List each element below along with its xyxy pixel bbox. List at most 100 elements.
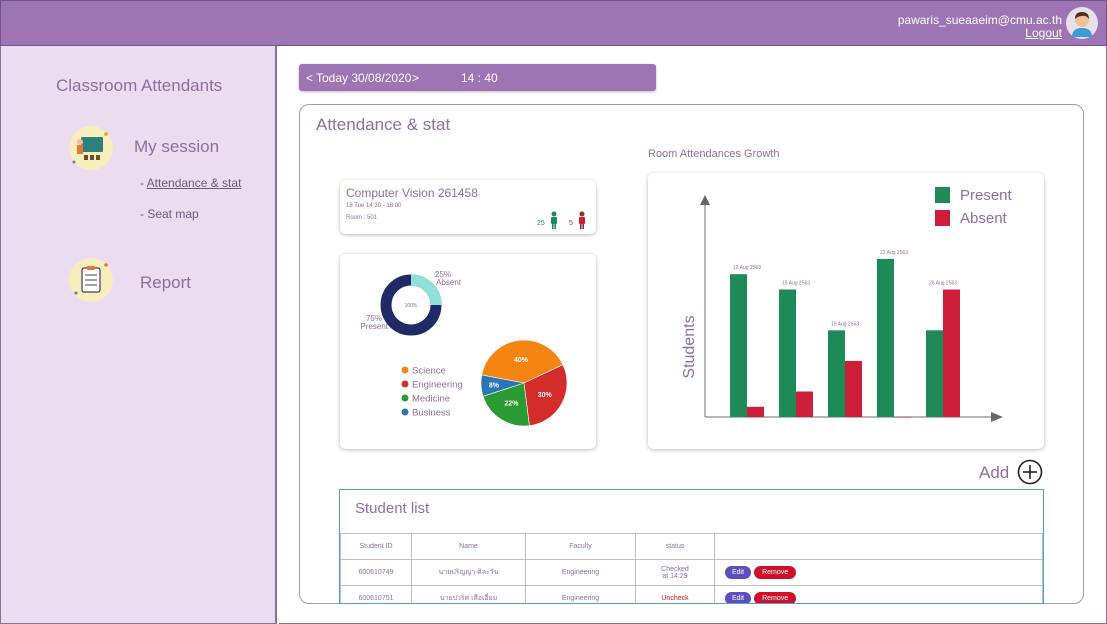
donut-absent-arc <box>410 274 442 306</box>
y-axis-label: Students <box>681 315 698 378</box>
course-name: Computer Vision 261458 <box>346 186 478 200</box>
bar-present-4 <box>926 330 943 417</box>
student-status-cell: Uncheck <box>635 585 715 603</box>
column-header-faculty: Faculty <box>525 533 636 560</box>
legend-swatch-absent <box>935 210 950 226</box>
add-circle-icon[interactable] <box>1017 459 1043 485</box>
student-name-cell: นายปริญญา ศิละวัน <box>411 559 526 586</box>
remove-button[interactable]: Remove <box>754 566 797 579</box>
student-list-title: Student list <box>355 500 430 517</box>
status-line-1: Checked <box>661 565 689 573</box>
course-room: Room : 501 <box>346 215 378 221</box>
present-person-icon <box>551 211 557 229</box>
bar-category-label: 22 Aug 2563 <box>880 250 908 256</box>
user-email: pawaris_sueaaeim@cmu.ac.th <box>897 13 1062 27</box>
y-axis-arrow <box>700 195 710 205</box>
column-header-student-id: Student ID <box>340 533 412 560</box>
current-time: 14 : 40 <box>461 71 498 85</box>
sidebar: Classroom Attendants My session - Attend… <box>0 46 277 624</box>
table-row: 600610751 นายปวริศ เสือเอี่ยม Engineerin… <box>340 585 1043 603</box>
actions-cell: Edit Remove <box>714 585 1043 603</box>
student-faculty-cell: Engineering <box>525 559 636 586</box>
table-row: 600610749 นายปริญญา ศิละวัน Engineering … <box>340 559 1043 586</box>
absent-person-icon <box>579 211 585 229</box>
status-line-2: at 14:29 <box>662 572 688 580</box>
bar-chart-title: Room Attendances Growth <box>648 148 780 160</box>
legend-swatch-present <box>935 187 950 203</box>
present-count: 25 <box>537 220 545 227</box>
legend-swatch-medicine <box>401 394 409 402</box>
legend-label-business: Business <box>412 408 451 419</box>
student-id-cell: 600610751 <box>340 585 412 603</box>
bar-absent-3 <box>894 417 911 418</box>
pie-label-science: 40% <box>514 357 529 364</box>
course-time: 18 Tue 14:30 - 18:00 <box>346 203 402 209</box>
next-day-button[interactable]: > <box>412 71 419 85</box>
table-header-row: Student ID Name Faculty status <box>340 533 1043 560</box>
sidebar-item-report[interactable]: Report <box>140 273 191 293</box>
course-card[interactable]: Computer Vision 261458 18 Tue 14:30 - 18… <box>340 180 596 234</box>
sidebar-app-title: Classroom Attendants <box>56 76 223 95</box>
user-avatar-icon[interactable] <box>1066 7 1098 39</box>
sidebar-item-my-session[interactable]: My session <box>134 137 219 157</box>
bar-category-label: 15 Aug 2563 <box>782 281 810 287</box>
student-table: Student ID Name Faculty status 600610749… <box>340 533 1043 603</box>
legend-swatch-science <box>401 366 409 374</box>
bar-category-label: 26 Aug 2563 <box>929 281 957 287</box>
faculty-pie-legend: Science Engineering Medicine Business <box>401 366 463 419</box>
prev-day-button[interactable]: < <box>306 71 313 85</box>
stats-card: 100% 25% Absent 75% Present Science Engin… <box>340 254 596 449</box>
column-header-name: Name <box>411 533 526 560</box>
edit-button[interactable]: Edit <box>725 592 752 603</box>
faculty-pie-chart: 40% 30% 22% 8% <box>480 339 568 427</box>
legend-label-present: Present <box>960 187 1013 204</box>
current-date: Today 30/08/2020 <box>316 71 412 85</box>
main-content: < Today 30/08/2020 > 14 : 40 Attendance … <box>279 46 1107 624</box>
logout-link[interactable]: Logout <box>1025 26 1062 40</box>
column-header-actions <box>714 533 1043 560</box>
bar-absent-1 <box>796 391 813 417</box>
panel-title: Attendance & stat <box>316 115 451 134</box>
student-status-cell: Checked at 14:29 <box>635 559 715 586</box>
top-bar: pawaris_sueaaeim@cmu.ac.th Logout <box>0 0 1107 46</box>
column-header-status: status <box>635 533 715 560</box>
report-clipboard-icon <box>69 258 113 302</box>
bar-category-label: 19 Aug 2563 <box>831 321 859 327</box>
legend-label-engineering: Engineering <box>412 380 463 391</box>
legend-label-science: Science <box>412 366 446 377</box>
sidebar-link-attendance-text[interactable]: Attendance & stat <box>147 176 242 190</box>
pie-label-engineering: 30% <box>538 392 553 399</box>
bar-category-label: 12 Aug 2563 <box>733 265 761 271</box>
legend-swatch-engineering <box>401 380 409 388</box>
teacher-board-icon <box>69 126 113 170</box>
pie-label-medicine: 22% <box>504 400 519 407</box>
student-faculty-cell: Engineering <box>525 585 636 603</box>
bar-absent-4 <box>943 289 960 417</box>
donut-center-label: 100% <box>405 303 418 309</box>
legend-label-medicine: Medicine <box>412 394 450 405</box>
sidebar-link-seat-map[interactable]: - Seat map <box>140 207 199 221</box>
edit-button[interactable]: Edit <box>725 566 752 579</box>
legend-label-absent: Absent <box>960 210 1008 227</box>
legend-swatch-business <box>401 408 409 416</box>
sidebar-link-prefix: - <box>140 176 147 190</box>
bar-present-3 <box>877 258 894 417</box>
donut-absent-label: Absent <box>436 278 462 287</box>
bar-absent-2 <box>845 360 862 417</box>
bar-present-0 <box>730 274 747 417</box>
actions-cell: Edit Remove <box>714 559 1043 586</box>
student-list: Student list Student ID Name Faculty sta… <box>339 489 1044 604</box>
date-bar: < Today 30/08/2020 > 14 : 40 <box>299 64 656 91</box>
remove-button[interactable]: Remove <box>754 592 797 603</box>
x-axis-arrow <box>991 412 1003 422</box>
pie-label-business: 8% <box>489 382 500 389</box>
add-label[interactable]: Add <box>979 463 1009 483</box>
student-name-cell: นายปวริศ เสือเอี่ยม <box>411 585 526 603</box>
donut-present-label: Present <box>360 322 388 331</box>
sidebar-link-attendance-stat[interactable]: - Attendance & stat <box>140 176 241 190</box>
bar-present-2 <box>828 330 845 417</box>
student-id-cell: 600610749 <box>340 559 412 586</box>
bar-present-1 <box>779 289 796 417</box>
bar-chart-card: Students 12 Aug 2563 15 Aug 2563 19 Aug 256… <box>648 173 1044 449</box>
attendance-bar-chart: Students 12 Aug 2563 15 Aug 2563 19 Aug 256… <box>681 187 1013 422</box>
